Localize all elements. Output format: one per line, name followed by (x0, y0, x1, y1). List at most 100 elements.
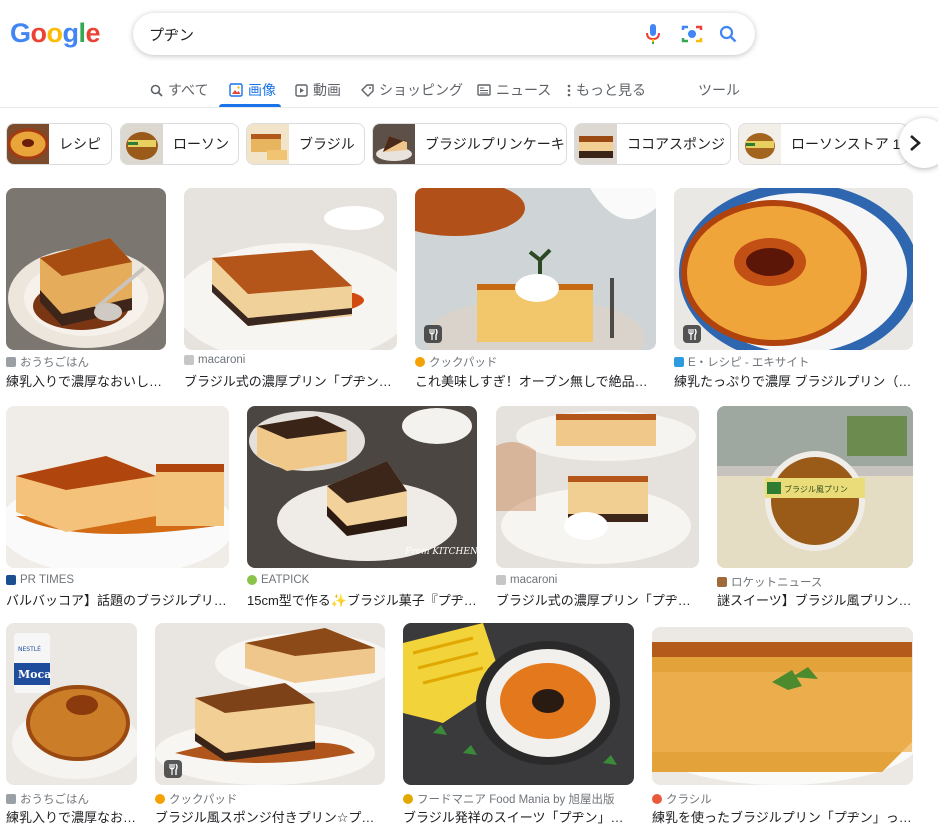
result-source[interactable]: クックパッド (155, 791, 385, 807)
result-card[interactable]: Moca NESTLÉ おうちごはん 練乳入りで濃厚なお… (6, 623, 137, 835)
result-card[interactable]: E・レシピ - エキサイト 練乳たっぷりで濃厚 ブラジルプリン（… (674, 188, 913, 390)
source-label: おうちごはん (20, 794, 89, 806)
chip-lawson[interactable]: ローソン (120, 123, 239, 165)
result-source[interactable]: クラシル (652, 791, 913, 807)
result-image[interactable] (415, 188, 656, 350)
chip-label: ブラジルプリンケーキ (425, 136, 565, 152)
result-image[interactable] (184, 188, 397, 350)
result-title[interactable]: ブラジル発祥のスイーツ「プヂン」… (403, 807, 634, 826)
logo-letter: l (78, 18, 87, 48)
result-card[interactable]: From KITCHEN EATPICK 15cm型で作る✨ブラジル菓子『プヂ… (247, 406, 477, 609)
favicon (247, 575, 257, 585)
source-label: macaroni (198, 354, 246, 366)
chip-thumbnail (247, 124, 289, 164)
chip-recipe[interactable]: レシピ (6, 123, 112, 165)
tab-shopping[interactable]: ショッピング (361, 78, 463, 102)
result-card[interactable]: macaroni ブラジル式の濃厚プリン「プヂン… (184, 188, 397, 390)
tag-icon (361, 83, 374, 97)
tab-label: もっと見る (576, 82, 646, 98)
recipe-badge (683, 325, 701, 343)
tab-tools[interactable]: ツール (698, 78, 740, 102)
result-image[interactable]: From KITCHEN (247, 406, 477, 568)
favicon (415, 357, 425, 367)
result-source[interactable]: ロケットニュース (717, 574, 913, 590)
result-image[interactable] (496, 406, 699, 568)
tab-label: 動画 (313, 82, 341, 98)
favicon (717, 577, 727, 587)
result-source[interactable]: PR TIMES (6, 574, 229, 586)
camera-lens-icon[interactable] (680, 22, 704, 46)
image-icon (229, 83, 243, 97)
result-source[interactable]: macaroni (184, 354, 397, 366)
fork-knife-icon (169, 763, 178, 775)
result-card[interactable]: クラシル 練乳を使ったブラジルプリン「プヂン」っ… (652, 627, 913, 835)
favicon (674, 357, 684, 367)
tab-news[interactable]: ニュース (477, 78, 551, 102)
result-source[interactable]: EATPICK (247, 574, 477, 586)
tab-label: ショッピング (379, 82, 463, 98)
result-source[interactable]: macaroni (496, 574, 699, 586)
result-title[interactable]: バルバッコア】話題のブラジルプリ… (6, 590, 229, 609)
result-source[interactable]: E・レシピ - エキサイト (674, 354, 913, 370)
chip-label: ココアスポンジ (627, 136, 725, 152)
result-image[interactable] (674, 188, 913, 350)
result-image[interactable]: ブラジル風プリン (717, 406, 913, 568)
result-image[interactable] (652, 627, 913, 785)
chip-lawson-store-100[interactable]: ローソンストア 100 (738, 123, 908, 165)
result-image[interactable] (6, 188, 166, 350)
chip-thumbnail (575, 124, 617, 164)
result-source[interactable]: クックパッド (415, 354, 656, 370)
result-title[interactable]: 練乳入りで濃厚なおいし… (6, 371, 166, 390)
result-title[interactable]: 15cm型で作る✨ブラジル菓子『プヂ… (247, 590, 477, 609)
result-card[interactable]: PR TIMES バルバッコア】話題のブラジルプリ… (6, 406, 229, 609)
result-title[interactable]: ブラジル式の濃厚プリン「プヂン… (184, 371, 397, 390)
chip-thumbnail (373, 124, 415, 164)
result-card[interactable]: クックパッド これ美味しすぎ！オーブン無しで絶品… (415, 188, 656, 390)
result-title[interactable]: 練乳たっぷりで濃厚 ブラジルプリン（… (674, 371, 913, 390)
search-box[interactable]: プヂン (133, 13, 755, 55)
result-source[interactable]: おうちごはん (6, 354, 166, 370)
search-icon (150, 84, 163, 97)
news-icon (477, 84, 491, 96)
tab-more[interactable]: もっと見る (567, 78, 646, 102)
result-title[interactable]: 練乳入りで濃厚なお… (6, 807, 137, 826)
result-card[interactable]: おうちごはん 練乳入りで濃厚なおいし… (6, 188, 166, 390)
result-title[interactable]: ブラジル式の濃厚プリン「プヂ… (496, 590, 699, 609)
result-card[interactable]: macaroni ブラジル式の濃厚プリン「プヂ… (496, 406, 699, 609)
source-label: EATPICK (261, 574, 310, 586)
chevron-right-icon (910, 135, 921, 151)
tab-videos[interactable]: 動画 (295, 78, 341, 102)
result-title[interactable]: 謎スイーツ】ブラジル風プリン… (717, 590, 913, 609)
result-image[interactable] (6, 406, 229, 568)
chip-brazil-pudding-cake[interactable]: ブラジルプリンケーキ (372, 123, 567, 165)
source-label: ロケットニュース (731, 577, 823, 589)
tab-label: 画像 (248, 82, 276, 98)
tab-all[interactable]: すべて (150, 78, 208, 102)
result-image[interactable] (403, 623, 634, 785)
result-image[interactable] (155, 623, 385, 785)
google-logo[interactable]: Google (10, 18, 101, 49)
result-source[interactable]: フードマニア Food Mania by 旭屋出版 (403, 791, 634, 807)
source-label: macaroni (510, 574, 558, 586)
result-title[interactable]: これ美味しすぎ！オーブン無しで絶品… (415, 371, 656, 390)
chip-brazil[interactable]: ブラジル (246, 123, 365, 165)
chip-label: ローソン (173, 136, 229, 152)
result-source[interactable]: おうちごはん (6, 791, 137, 807)
result-title[interactable]: ブラジル風スポンジ付きプリン☆プ… (155, 807, 385, 826)
result-title[interactable]: 練乳を使ったブラジルプリン「プヂン」っ… (652, 807, 913, 826)
result-image[interactable]: Moca NESTLÉ (6, 623, 137, 785)
result-card[interactable]: クックパッド ブラジル風スポンジ付きプリン☆プ… (155, 623, 385, 835)
microphone-icon[interactable] (641, 22, 665, 46)
chip-label: ブラジル (299, 136, 355, 152)
source-label: フードマニア Food Mania by 旭屋出版 (417, 794, 615, 806)
recipe-badge (424, 325, 442, 343)
search-icon[interactable] (716, 22, 740, 46)
source-label: クックパッド (429, 357, 498, 369)
tab-images[interactable]: 画像 (229, 78, 276, 102)
result-card[interactable]: フードマニア Food Mania by 旭屋出版 ブラジル発祥のスイーツ「プヂ… (403, 623, 634, 835)
chip-cocoa-sponge[interactable]: ココアスポンジ (574, 123, 731, 165)
search-input[interactable]: プヂン (149, 24, 194, 45)
tab-label: ニュース (496, 82, 552, 98)
result-card[interactable]: ブラジル風プリン ロケットニュース 謎スイーツ】ブラジル風プリン… (717, 406, 913, 609)
favicon (6, 357, 16, 367)
